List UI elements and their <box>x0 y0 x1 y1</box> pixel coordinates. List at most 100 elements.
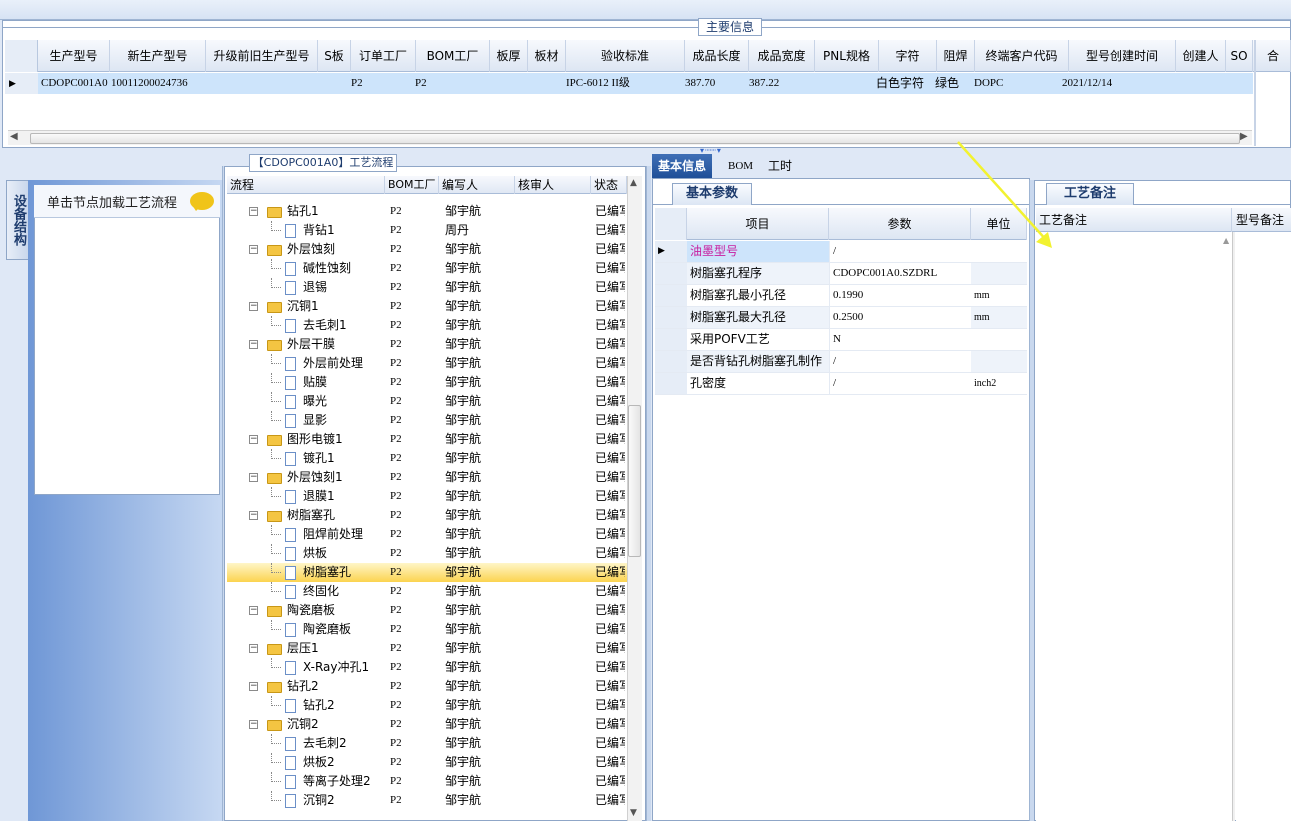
col-material[interactable]: 板材 <box>528 40 566 72</box>
row-indicator[interactable] <box>655 285 687 306</box>
cell-creator[interactable] <box>1176 73 1226 94</box>
flow-row[interactable]: 钻孔2 P2 邹宇航 已编写 <box>227 696 627 715</box>
cell-standard[interactable]: IPC-6012 II级 <box>563 73 682 94</box>
col-s-board[interactable]: S板 <box>318 40 351 72</box>
grid-corner[interactable] <box>5 40 38 72</box>
col-so[interactable]: SO <box>1226 40 1253 72</box>
flow-row[interactable]: 镀孔1 P2 邹宇航 已编写 <box>227 449 627 468</box>
cell-created[interactable]: 2021/12/14 <box>1059 73 1166 94</box>
param-row[interactable]: 孔密度 / inch2 <box>655 373 1027 395</box>
param-row[interactable]: 采用POFV工艺 N <box>655 329 1027 351</box>
row-indicator[interactable] <box>655 307 687 328</box>
flow-row[interactable]: − 外层干膜 P2 邹宇航 已编写 <box>227 335 627 354</box>
model-remark-textarea[interactable] <box>1236 232 1291 821</box>
flow-row[interactable]: 烘板2 P2 邹宇航 已编写 <box>227 753 627 772</box>
collapse-icon[interactable]: − <box>249 682 258 691</box>
col-status[interactable]: 状态 <box>591 176 627 194</box>
flow-row[interactable]: 贴膜 P2 邹宇航 已编写 <box>227 373 627 392</box>
flow-row[interactable]: − 钻孔1 P2 邹宇航 已编写 <box>227 202 627 221</box>
param-row[interactable]: 树脂塞孔最小孔径 0.1990 mm <box>655 285 1027 307</box>
param-row[interactable]: 是否背钻孔树脂塞孔制作 / <box>655 351 1027 373</box>
flow-row[interactable]: − 沉铜1 P2 邹宇航 已编写 <box>227 297 627 316</box>
flow-row[interactable]: 陶瓷磨板 P2 邹宇航 已编写 <box>227 620 627 639</box>
basic-params-tab[interactable]: 基本参数 <box>672 183 752 205</box>
col-standard[interactable]: 验收标准 <box>566 40 685 72</box>
cell-solder[interactable]: 绿色 <box>932 73 970 94</box>
flow-row[interactable]: 背钻1 P2 周丹 已编写 <box>227 221 627 240</box>
remark-scrollbar[interactable]: ▲ <box>1223 232 1235 821</box>
row-indicator[interactable] <box>655 329 687 350</box>
cell-order-factory[interactable]: P2 <box>348 73 413 94</box>
col-char[interactable]: 字符 <box>879 40 937 72</box>
cell-length[interactable]: 387.70 <box>682 73 746 94</box>
scroll-right-icon[interactable]: ▶ <box>1240 131 1248 142</box>
scroll-up-icon[interactable]: ▲ <box>630 178 637 188</box>
flow-row[interactable]: 外层前处理 P2 邹宇航 已编写 <box>227 354 627 373</box>
collapse-icon[interactable]: − <box>249 435 258 444</box>
param-row[interactable]: 树脂塞孔最大孔径 0.2500 mm <box>655 307 1027 329</box>
collapse-icon[interactable]: − <box>249 245 258 254</box>
col-order-factory[interactable]: 订单工厂 <box>351 40 416 72</box>
tab-bom[interactable]: BOM <box>722 154 759 178</box>
flow-row[interactable]: 去毛刺2 P2 邹宇航 已编写 <box>227 734 627 753</box>
collapse-icon[interactable]: − <box>249 302 258 311</box>
col-bom-factory[interactable]: BOM工厂 <box>385 176 439 194</box>
param-value[interactable]: 0.2500 <box>829 307 971 328</box>
flow-row[interactable]: − 外层蚀刻1 P2 邹宇航 已编写 <box>227 468 627 487</box>
main-grid-row[interactable]: ▶ CDOPC001A0 10011200024736 P2 P2 IPC-60… <box>5 73 1253 94</box>
cell-pnl[interactable] <box>815 73 879 94</box>
collapse-icon[interactable]: − <box>249 720 258 729</box>
middle-splitter[interactable] <box>646 166 651 821</box>
collapse-icon[interactable]: − <box>249 207 258 216</box>
col-creator[interactable]: 创建人 <box>1176 40 1226 72</box>
tab-basic-info[interactable]: 基本信息 <box>652 154 713 178</box>
col-process-remark[interactable]: 工艺备注 <box>1036 208 1232 232</box>
col-flow[interactable]: 流程 <box>227 176 385 194</box>
params-grid-corner[interactable] <box>655 208 687 240</box>
cell-bom-factory[interactable]: P2 <box>412 73 486 94</box>
cell-char[interactable]: 白色字符 <box>873 73 933 94</box>
flow-row[interactable]: − 钻孔2 P2 邹宇航 已编写 <box>227 677 627 696</box>
col-thickness[interactable]: 板厚 <box>490 40 528 72</box>
flow-row[interactable]: 退锡 P2 邹宇航 已编写 <box>227 278 627 297</box>
flow-row[interactable]: 烘板 P2 邹宇航 已编写 <box>227 544 627 563</box>
flow-row[interactable]: 曝光 P2 邹宇航 已编写 <box>227 392 627 411</box>
param-value[interactable]: CDOPC001A0.SZDRL <box>829 263 971 284</box>
cell-so[interactable] <box>1226 73 1253 94</box>
col-solder[interactable]: 阻焊 <box>937 40 975 72</box>
flow-row[interactable]: − 沉铜2 P2 邹宇航 已编写 <box>227 715 627 734</box>
collapse-icon[interactable]: − <box>249 340 258 349</box>
row-indicator[interactable] <box>655 373 687 394</box>
col-customer[interactable]: 终端客户代码 <box>975 40 1069 72</box>
device-structure-list[interactable] <box>34 185 220 495</box>
col-writer[interactable]: 编写人 <box>439 176 515 194</box>
col-item[interactable]: 项目 <box>687 208 829 240</box>
scroll-left-icon[interactable]: ◀ <box>10 131 18 142</box>
col-prod-model[interactable]: 生产型号 <box>38 40 110 72</box>
flow-row[interactable]: 沉铜2 P2 邹宇航 已编写 <box>227 791 627 810</box>
row-indicator[interactable] <box>655 263 687 284</box>
col-reviewer[interactable]: 核审人 <box>515 176 591 194</box>
cell-thickness[interactable] <box>490 73 528 94</box>
param-row[interactable]: 树脂塞孔程序 CDOPC001A0.SZDRL <box>655 263 1027 285</box>
remark-scroll-up-icon[interactable]: ▲ <box>1223 236 1229 245</box>
flow-row[interactable]: − 外层蚀刻 P2 邹宇航 已编写 <box>227 240 627 259</box>
flow-row[interactable]: 显影 P2 邹宇航 已编写 <box>227 411 627 430</box>
col-pnl[interactable]: PNL规格 <box>815 40 879 72</box>
row-indicator[interactable]: ▶ <box>655 241 687 262</box>
cell-prod-model[interactable]: CDOPC001A0 <box>38 73 110 94</box>
cell-width[interactable]: 387.22 <box>746 73 812 94</box>
splitter-grip-icon[interactable]: ▾ ······· ▾ <box>700 147 760 155</box>
param-value[interactable]: N <box>829 329 971 350</box>
col-model-remark[interactable]: 型号备注 <box>1233 208 1291 232</box>
row-indicator[interactable] <box>655 351 687 372</box>
param-value[interactable]: / <box>829 351 971 372</box>
flow-row[interactable]: 终固化 P2 邹宇航 已编写 <box>227 582 627 601</box>
main-grid-hscrollbar[interactable]: ◀ ▶ <box>8 130 1252 145</box>
collapse-icon[interactable]: − <box>249 473 258 482</box>
flow-row[interactable]: 阻焊前处理 P2 邹宇航 已编写 <box>227 525 627 544</box>
cell-new-model[interactable]: 10011200024736 <box>108 73 206 94</box>
vscroll-thumb[interactable] <box>628 405 641 557</box>
flow-row[interactable]: − 图形电镀1 P2 邹宇航 已编写 <box>227 430 627 449</box>
flow-row[interactable]: 树脂塞孔 P2 邹宇航 已编写 <box>227 563 627 582</box>
